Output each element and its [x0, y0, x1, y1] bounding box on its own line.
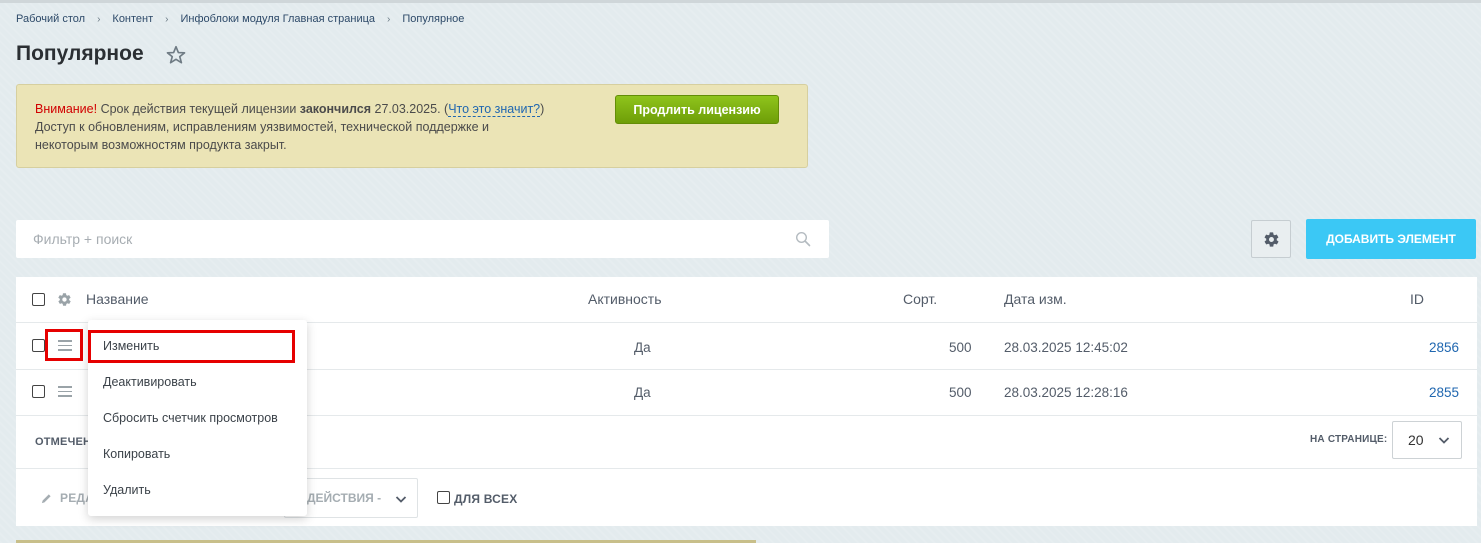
breadcrumb-item-desktop[interactable]: Рабочий стол: [16, 13, 85, 25]
row-checkbox[interactable]: [32, 339, 45, 352]
alert-warning-label: Внимание!: [35, 102, 98, 116]
row-sort: 500: [949, 340, 972, 355]
license-alert-text: Внимание! Срок действия текущей лицензии…: [35, 100, 595, 154]
alert-line-2: Доступ к обновлениям, исправлениям уязви…: [35, 120, 490, 134]
menu-item-deactivate[interactable]: Деактивировать: [103, 375, 197, 389]
row-id-link[interactable]: 2856: [1429, 340, 1459, 355]
actions-select-label: ДЕЙСТВИЯ -: [307, 491, 382, 505]
per-page-label: НА СТРАНИЦЕ:: [1310, 434, 1388, 445]
row-checkbox[interactable]: [32, 385, 45, 398]
renew-license-button[interactable]: Продлить лицензию: [615, 95, 779, 124]
chevron-right-icon: ›: [387, 14, 391, 25]
alert-date: 27.03.2025. (: [371, 102, 449, 116]
menu-item-delete[interactable]: Удалить: [103, 483, 151, 497]
per-page-value: 20: [1408, 432, 1424, 448]
menu-icon-highlight: [45, 329, 83, 361]
column-header-active[interactable]: Активность: [588, 291, 662, 307]
per-page-select[interactable]: 20: [1392, 421, 1462, 459]
for-all-label: ДЛЯ ВСЕХ: [454, 492, 518, 506]
add-element-button[interactable]: ДОБАВИТЬ ЭЛЕМЕНТ: [1306, 219, 1476, 259]
breadcrumb-item-iblocks[interactable]: Инфоблоки модуля Главная страница: [181, 13, 376, 25]
pencil-icon: [41, 494, 51, 504]
breadcrumb: Рабочий стол › Контент › Инфоблоки модуля Гл…: [16, 13, 464, 25]
row-actions-menu-icon[interactable]: [58, 386, 72, 397]
menu-item-edit-highlight: [88, 330, 295, 363]
grid-header: Название Активность Сорт. Дата изм. ID: [16, 277, 1477, 323]
column-header-date[interactable]: Дата изм.: [1004, 291, 1067, 307]
alert-expired-label: закончился: [299, 102, 372, 116]
menu-item-reset-views[interactable]: Сбросить счетчик просмотров: [103, 411, 278, 425]
gear-icon: [1264, 232, 1279, 247]
row-active: Да: [634, 385, 651, 400]
row-date: 28.03.2025 12:28:16: [1004, 385, 1128, 400]
select-all-checkbox[interactable]: [32, 293, 45, 306]
row-active: Да: [634, 340, 651, 355]
column-header-id[interactable]: ID: [1410, 291, 1424, 307]
chevron-down-icon: [1438, 437, 1450, 444]
chevron-right-icon: ›: [97, 14, 101, 25]
filter-search-input[interactable]: [16, 220, 776, 258]
row-id-link[interactable]: 2855: [1429, 385, 1459, 400]
for-all-checkbox[interactable]: [437, 491, 450, 504]
alert-line-3: некоторым возможностям продукта закрыт.: [35, 138, 287, 152]
star-icon[interactable]: [165, 44, 187, 66]
column-settings-gear-icon[interactable]: [57, 292, 72, 307]
chevron-down-icon: [395, 496, 407, 503]
alert-text-part: Срок действия текущей лицензии: [97, 102, 300, 116]
row-date: 28.03.2025 12:45:02: [1004, 340, 1128, 355]
selected-count-label: ОТМЕЧЕН: [35, 436, 92, 448]
column-header-name[interactable]: Название: [86, 291, 149, 307]
breadcrumb-item-popular[interactable]: Популярное: [402, 13, 464, 25]
alert-close-paren: ): [540, 102, 545, 116]
breadcrumb-item-content[interactable]: Контент: [112, 13, 153, 25]
column-header-sort[interactable]: Сорт.: [903, 291, 937, 307]
row-sort: 500: [949, 385, 972, 400]
filter-search-box: [16, 220, 829, 258]
what-it-means-link[interactable]: Что это значит?: [448, 102, 541, 117]
menu-item-copy[interactable]: Копировать: [103, 447, 170, 461]
chevron-right-icon: ›: [165, 14, 169, 25]
settings-button[interactable]: [1251, 220, 1291, 258]
page-title: Популярное: [16, 42, 144, 65]
license-alert: Внимание! Срок действия текущей лицензии…: [16, 84, 808, 168]
top-border: [0, 0, 1481, 3]
search-icon[interactable]: [795, 231, 811, 247]
